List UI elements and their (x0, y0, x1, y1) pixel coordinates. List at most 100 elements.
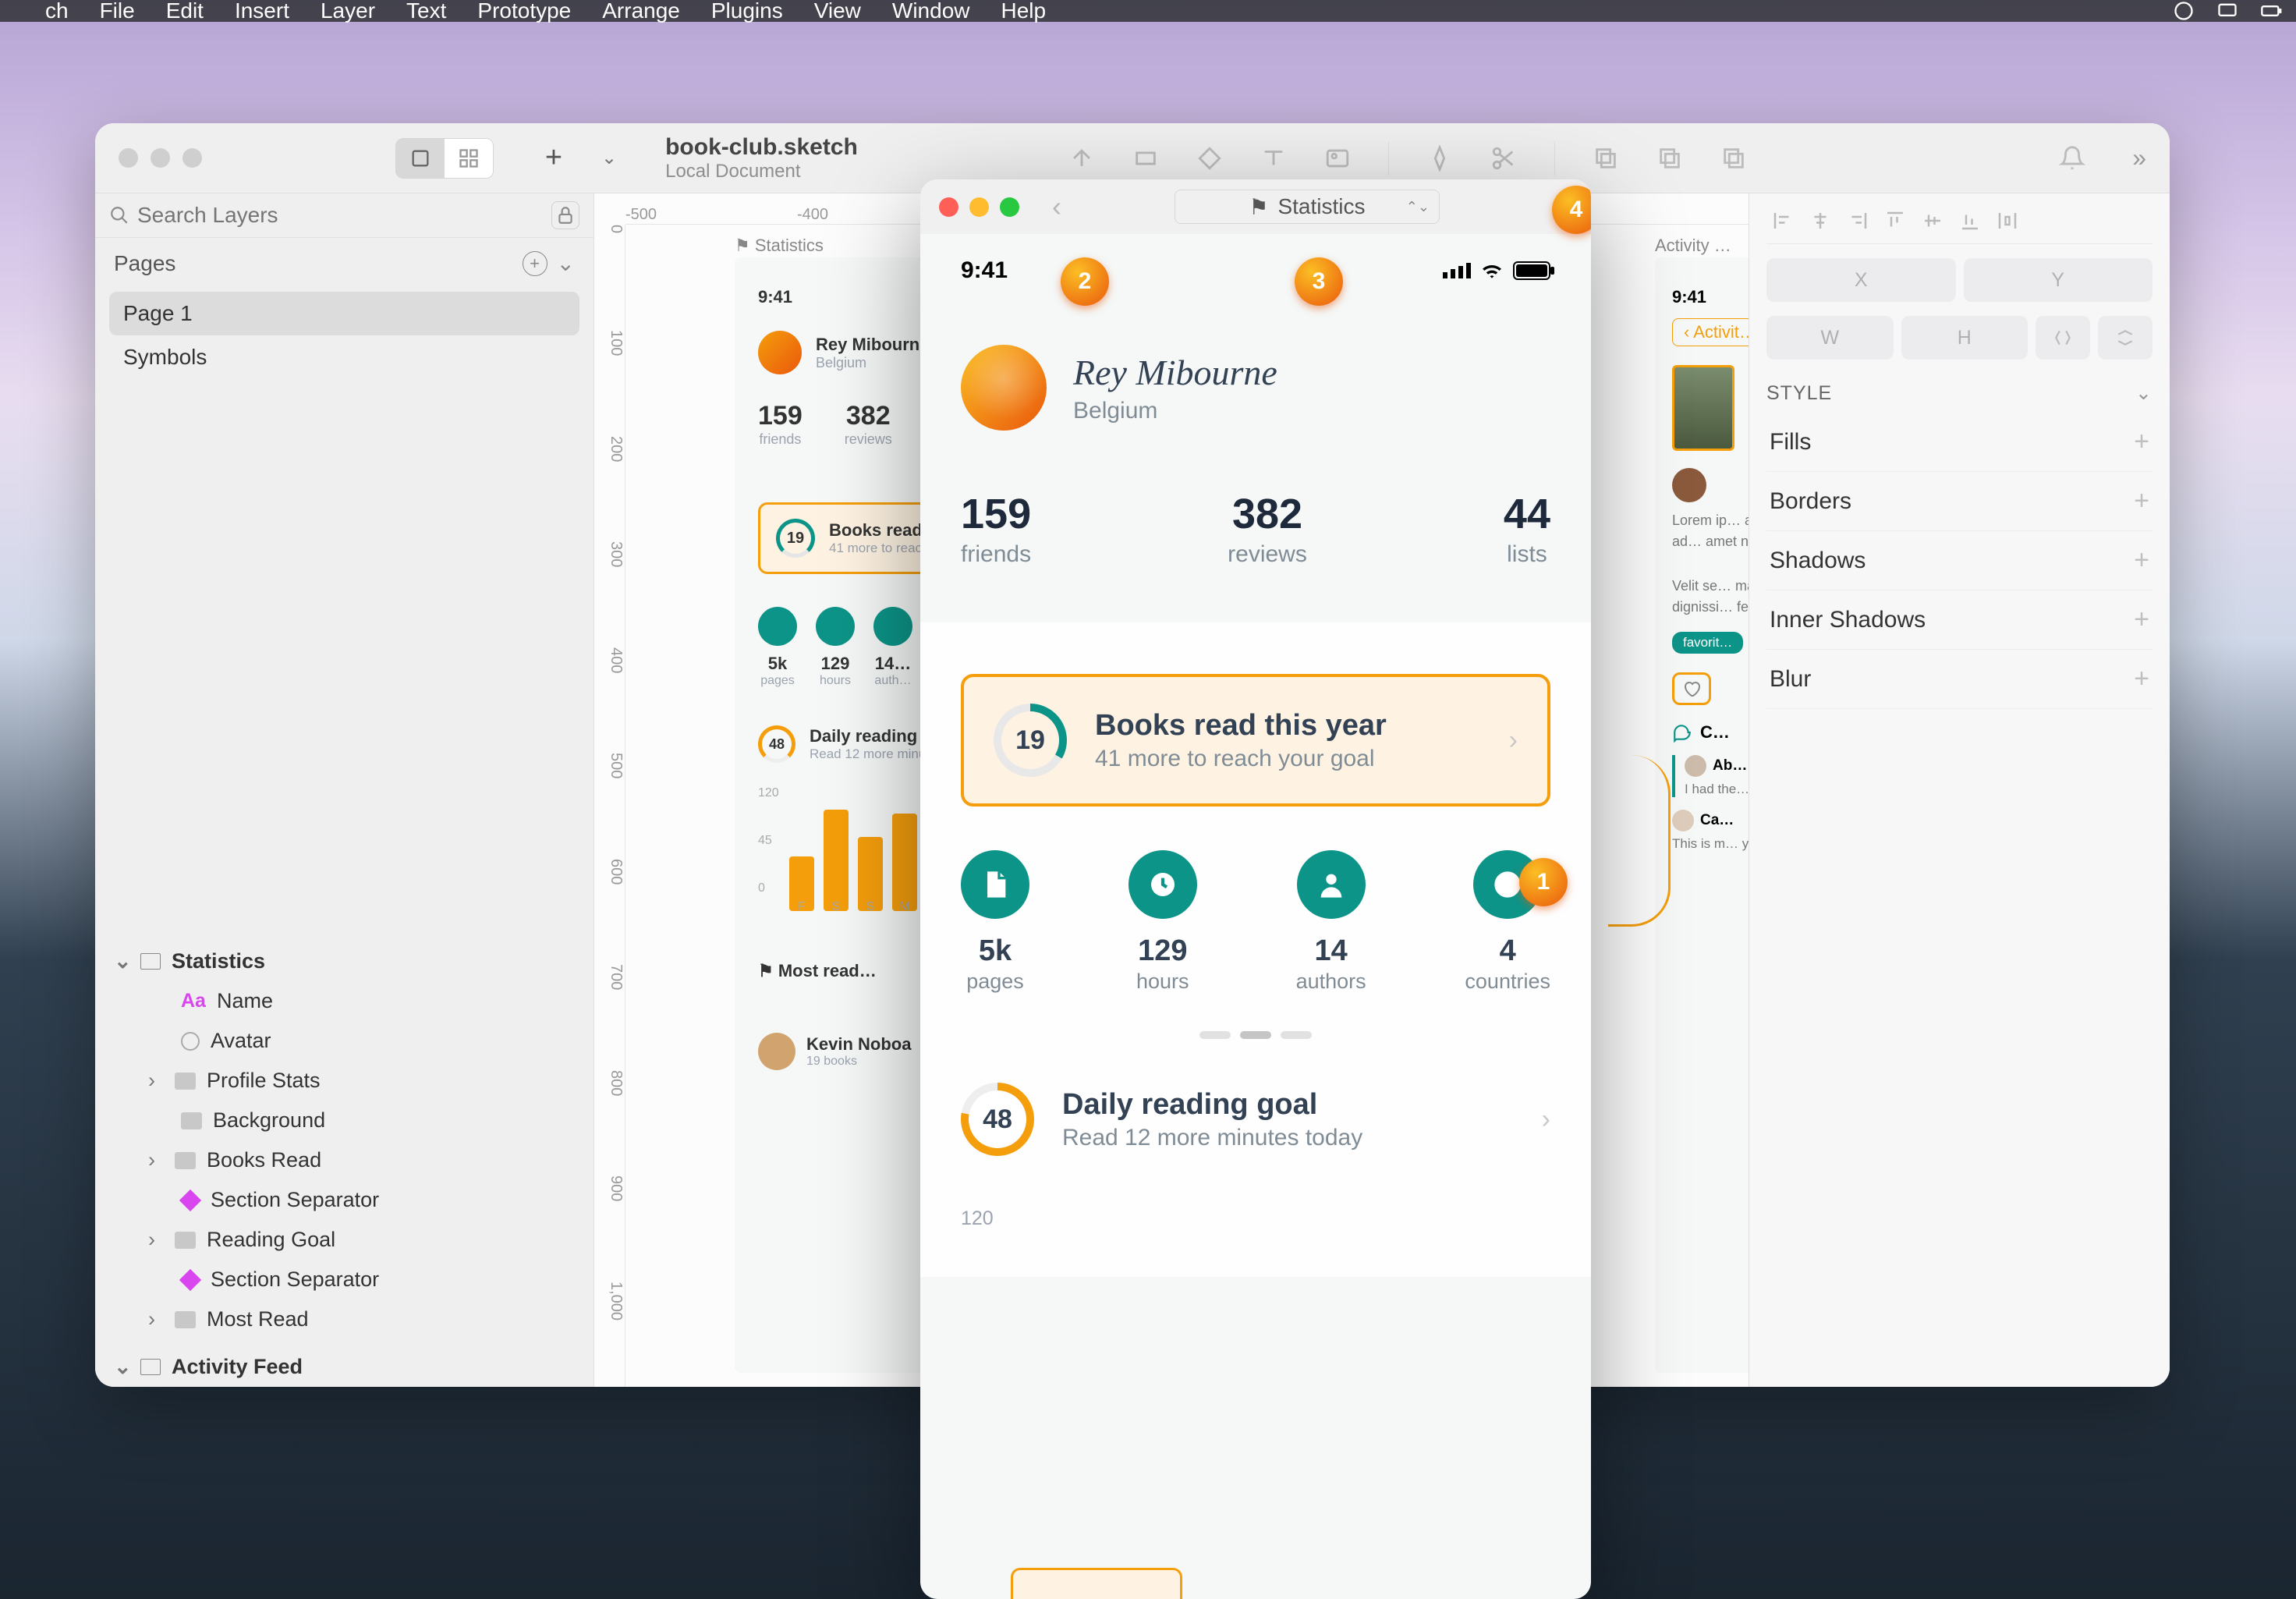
preview-back-button[interactable]: ‹ (1052, 190, 1061, 223)
tabbar-highlight[interactable] (1011, 1568, 1182, 1599)
menu-layer[interactable]: Layer (321, 0, 375, 23)
menu-view[interactable]: View (814, 0, 861, 23)
pen-tool-icon[interactable] (1426, 145, 1453, 172)
align-left-icon[interactable] (1771, 209, 1795, 232)
hotspot-charm-3[interactable]: 3 (1295, 257, 1343, 306)
document-title[interactable]: book-club.sketch Local Document (665, 134, 858, 183)
style-collapse-icon[interactable]: ⌄ (2135, 381, 2152, 405)
daily-goal-card[interactable]: 48 Daily reading goal Read 12 more minut… (961, 1083, 1550, 1156)
hotspot-charm-2[interactable]: 2 (1061, 257, 1109, 306)
window-traffic-lights[interactable] (119, 148, 202, 168)
align-top-icon[interactable] (1883, 209, 1907, 232)
align-right-icon[interactable] (1846, 209, 1869, 232)
layer-reading-goal[interactable]: ›Reading Goal (95, 1220, 593, 1260)
add-border-icon[interactable]: + (2134, 486, 2149, 516)
artboard-selector[interactable]: ⚑ Statistics ⌃⌄ (1175, 190, 1440, 224)
layer-profile-stats[interactable]: ›Profile Stats (95, 1061, 593, 1101)
add-blur-icon[interactable]: + (2134, 664, 2149, 694)
union-icon[interactable] (1593, 145, 1619, 172)
flip-h-button[interactable] (2036, 316, 2090, 360)
back-button[interactable]: ‹ Activit… (1672, 318, 1749, 346)
menu-file[interactable]: File (100, 0, 135, 23)
stat-card-authors[interactable]: 14authors (1296, 850, 1366, 994)
books-read-card[interactable]: 19 Books read this year 41 more to reach… (961, 674, 1550, 807)
intersect-icon[interactable] (1720, 145, 1747, 172)
page-indicator[interactable] (961, 1031, 1550, 1039)
components-view-button[interactable] (445, 139, 493, 178)
add-page-button[interactable]: + (523, 251, 547, 276)
menu-edit[interactable]: Edit (166, 0, 204, 23)
menu-window[interactable]: Window (892, 0, 970, 23)
artboard-statistics-row[interactable]: ⌄ Statistics (95, 941, 593, 981)
layer-background[interactable]: Background (95, 1101, 593, 1140)
scissors-icon[interactable] (1490, 145, 1517, 172)
menu-plugins[interactable]: Plugins (711, 0, 783, 23)
canvas-view-button[interactable] (396, 139, 445, 178)
insert-button[interactable]: + (534, 139, 573, 178)
menu-arrange[interactable]: Arrange (602, 0, 680, 23)
w-field[interactable]: W (1766, 316, 1894, 360)
tag-pill[interactable]: favorit… (1672, 632, 1743, 654)
menu-text[interactable]: Text (406, 0, 446, 23)
add-inner-shadow-icon[interactable]: + (2134, 604, 2149, 635)
stat-lists[interactable]: 44lists (1504, 490, 1550, 568)
battery-icon (1513, 261, 1550, 280)
overflow-icon[interactable]: » (2132, 144, 2146, 172)
align-bottom-icon[interactable] (1958, 209, 1982, 232)
notifications-icon[interactable] (2059, 145, 2085, 172)
inner-shadows-row[interactable]: Inner Shadows+ (1766, 590, 2152, 650)
search-layers-input[interactable] (137, 203, 551, 228)
borders-row[interactable]: Borders+ (1766, 472, 2152, 531)
layer-name[interactable]: AaName (95, 981, 593, 1021)
lock-toggle-icon[interactable] (551, 201, 579, 229)
blur-row[interactable]: Blur+ (1766, 650, 2152, 709)
stat-card-hours[interactable]: 129hours (1129, 850, 1197, 994)
stat-friends[interactable]: 159friends (961, 490, 1031, 568)
layer-books-read[interactable]: ›Books Read (95, 1140, 593, 1180)
oval-layer-icon (181, 1032, 200, 1051)
layer-section-sep1[interactable]: Section Separator (95, 1180, 593, 1220)
page-item-symbols[interactable]: Symbols (109, 335, 579, 379)
layer-avatar[interactable]: Avatar (95, 1021, 593, 1061)
layer-most-read[interactable]: ›Most Read (95, 1299, 593, 1339)
artboard-activity-row[interactable]: ⌄ Activity Feed (95, 1347, 593, 1387)
screen-icon[interactable] (2216, 0, 2238, 22)
x-field[interactable]: X (1766, 258, 1956, 302)
add-shadow-icon[interactable]: + (2134, 545, 2149, 576)
layers-sidebar: Pages + ⌄ Page 1 Symbols ⌄ Statistics Aa… (95, 193, 594, 1387)
stat-card-pages[interactable]: 5kpages (961, 850, 1029, 994)
shadows-row[interactable]: Shadows+ (1766, 531, 2152, 590)
heart-button[interactable] (1672, 672, 1711, 705)
hotspot-charm-1[interactable]: 1 (1519, 858, 1568, 906)
rect-tool-icon[interactable] (1132, 145, 1159, 172)
h-field[interactable]: H (1901, 316, 2028, 360)
distribute-icon[interactable] (1996, 209, 2019, 232)
battery-icon[interactable] (2260, 0, 2282, 22)
menu-app[interactable]: ch (45, 0, 69, 23)
insert-dropdown-icon[interactable]: ⌄ (601, 147, 617, 169)
flip-v-button[interactable] (2098, 316, 2152, 360)
y-field[interactable]: Y (1964, 258, 2153, 302)
layer-section-sep2[interactable]: Section Separator (95, 1260, 593, 1299)
record-icon[interactable] (2173, 0, 2195, 22)
menu-insert[interactable]: Insert (235, 0, 289, 23)
fills-row[interactable]: Fills+ (1766, 413, 2152, 472)
menu-help[interactable]: Help (1001, 0, 1047, 23)
menu-prototype[interactable]: Prototype (477, 0, 571, 23)
add-fill-icon[interactable]: + (2134, 427, 2149, 457)
symbol-tool-icon[interactable] (1196, 145, 1223, 172)
window-traffic-lights[interactable] (939, 197, 1019, 217)
progress-ring: 19 (994, 704, 1067, 777)
stat-reviews[interactable]: 382reviews (1228, 490, 1307, 568)
arrow-up-icon[interactable] (1068, 145, 1095, 172)
page-item-page1[interactable]: Page 1 (109, 292, 579, 335)
image-tool-icon[interactable] (1324, 145, 1351, 172)
text-tool-icon[interactable] (1260, 145, 1287, 172)
view-mode-segment[interactable] (395, 138, 494, 179)
status-time: 9:41 (1672, 287, 1749, 307)
pages-collapse-icon[interactable]: ⌄ (557, 250, 575, 276)
subtract-icon[interactable] (1656, 145, 1683, 172)
book-cover[interactable] (1672, 365, 1734, 451)
align-middle-icon[interactable] (1921, 209, 1944, 232)
align-center-h-icon[interactable] (1809, 209, 1832, 232)
